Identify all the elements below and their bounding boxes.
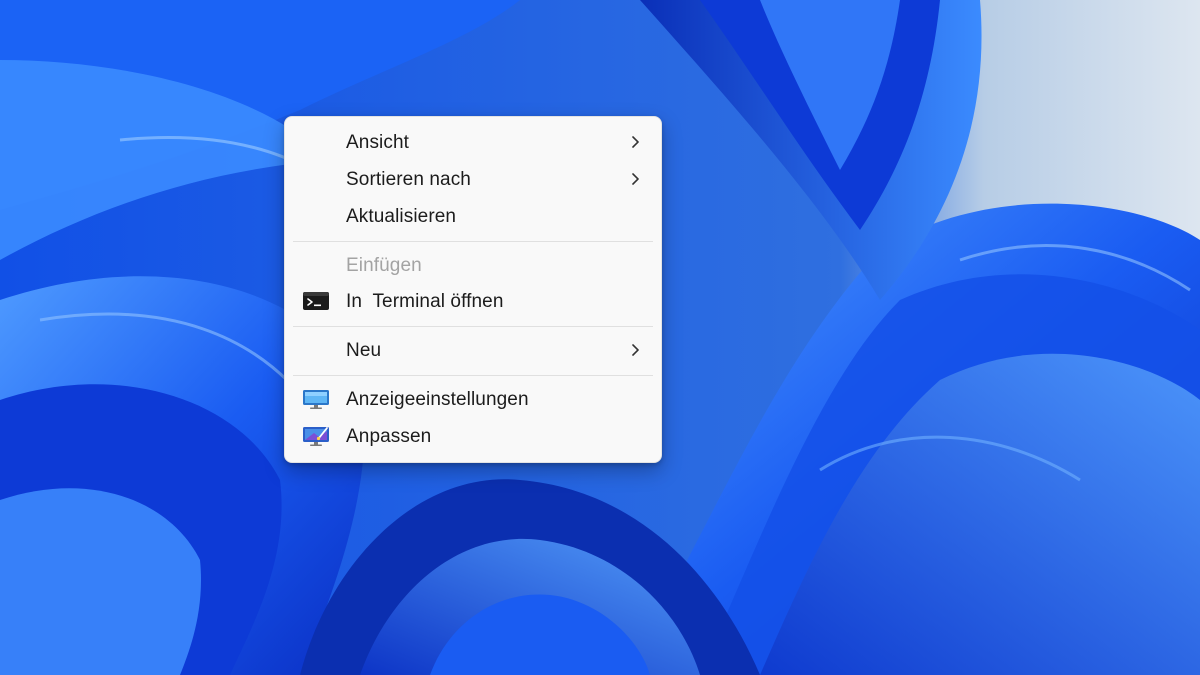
menu-item-in-terminal-oeffnen[interactable]: In Terminal öffnen (289, 284, 657, 318)
menu-item-einfuegen: Einfügen (289, 248, 657, 282)
menu-item-neu[interactable]: Neu (289, 333, 657, 367)
chevron-right-icon (632, 173, 639, 185)
menu-item-label: Anzeigeeinstellungen (346, 389, 529, 410)
chevron-right-icon (632, 344, 639, 356)
personalize-icon (303, 427, 329, 446)
terminal-icon (303, 292, 329, 310)
menu-item-label: Neu (346, 340, 382, 361)
menu-item-label: Sortieren nach (346, 169, 471, 190)
menu-separator (293, 375, 653, 376)
menu-separator (293, 241, 653, 242)
menu-item-label: Aktualisieren (346, 206, 457, 227)
menu-item-ansicht[interactable]: Ansicht (289, 125, 657, 159)
menu-item-label: Ansicht (346, 132, 410, 153)
menu-item-label: In Terminal öffnen (346, 291, 504, 312)
menu-item-anpassen[interactable]: Anpassen (289, 419, 657, 453)
menu-item-sortieren-nach[interactable]: Sortieren nach (289, 162, 657, 196)
display-settings-icon (303, 390, 329, 409)
menu-separator (293, 326, 653, 327)
menu-item-anzeigeeinstellungen[interactable]: Anzeigeeinstellungen (289, 382, 657, 416)
menu-item-label: Anpassen (346, 426, 432, 447)
desktop-context-menu: Ansicht Sortieren nach Aktualisieren Ein… (284, 116, 662, 463)
chevron-right-icon (632, 136, 639, 148)
menu-item-label: Einfügen (346, 255, 422, 276)
menu-item-aktualisieren[interactable]: Aktualisieren (289, 199, 657, 233)
